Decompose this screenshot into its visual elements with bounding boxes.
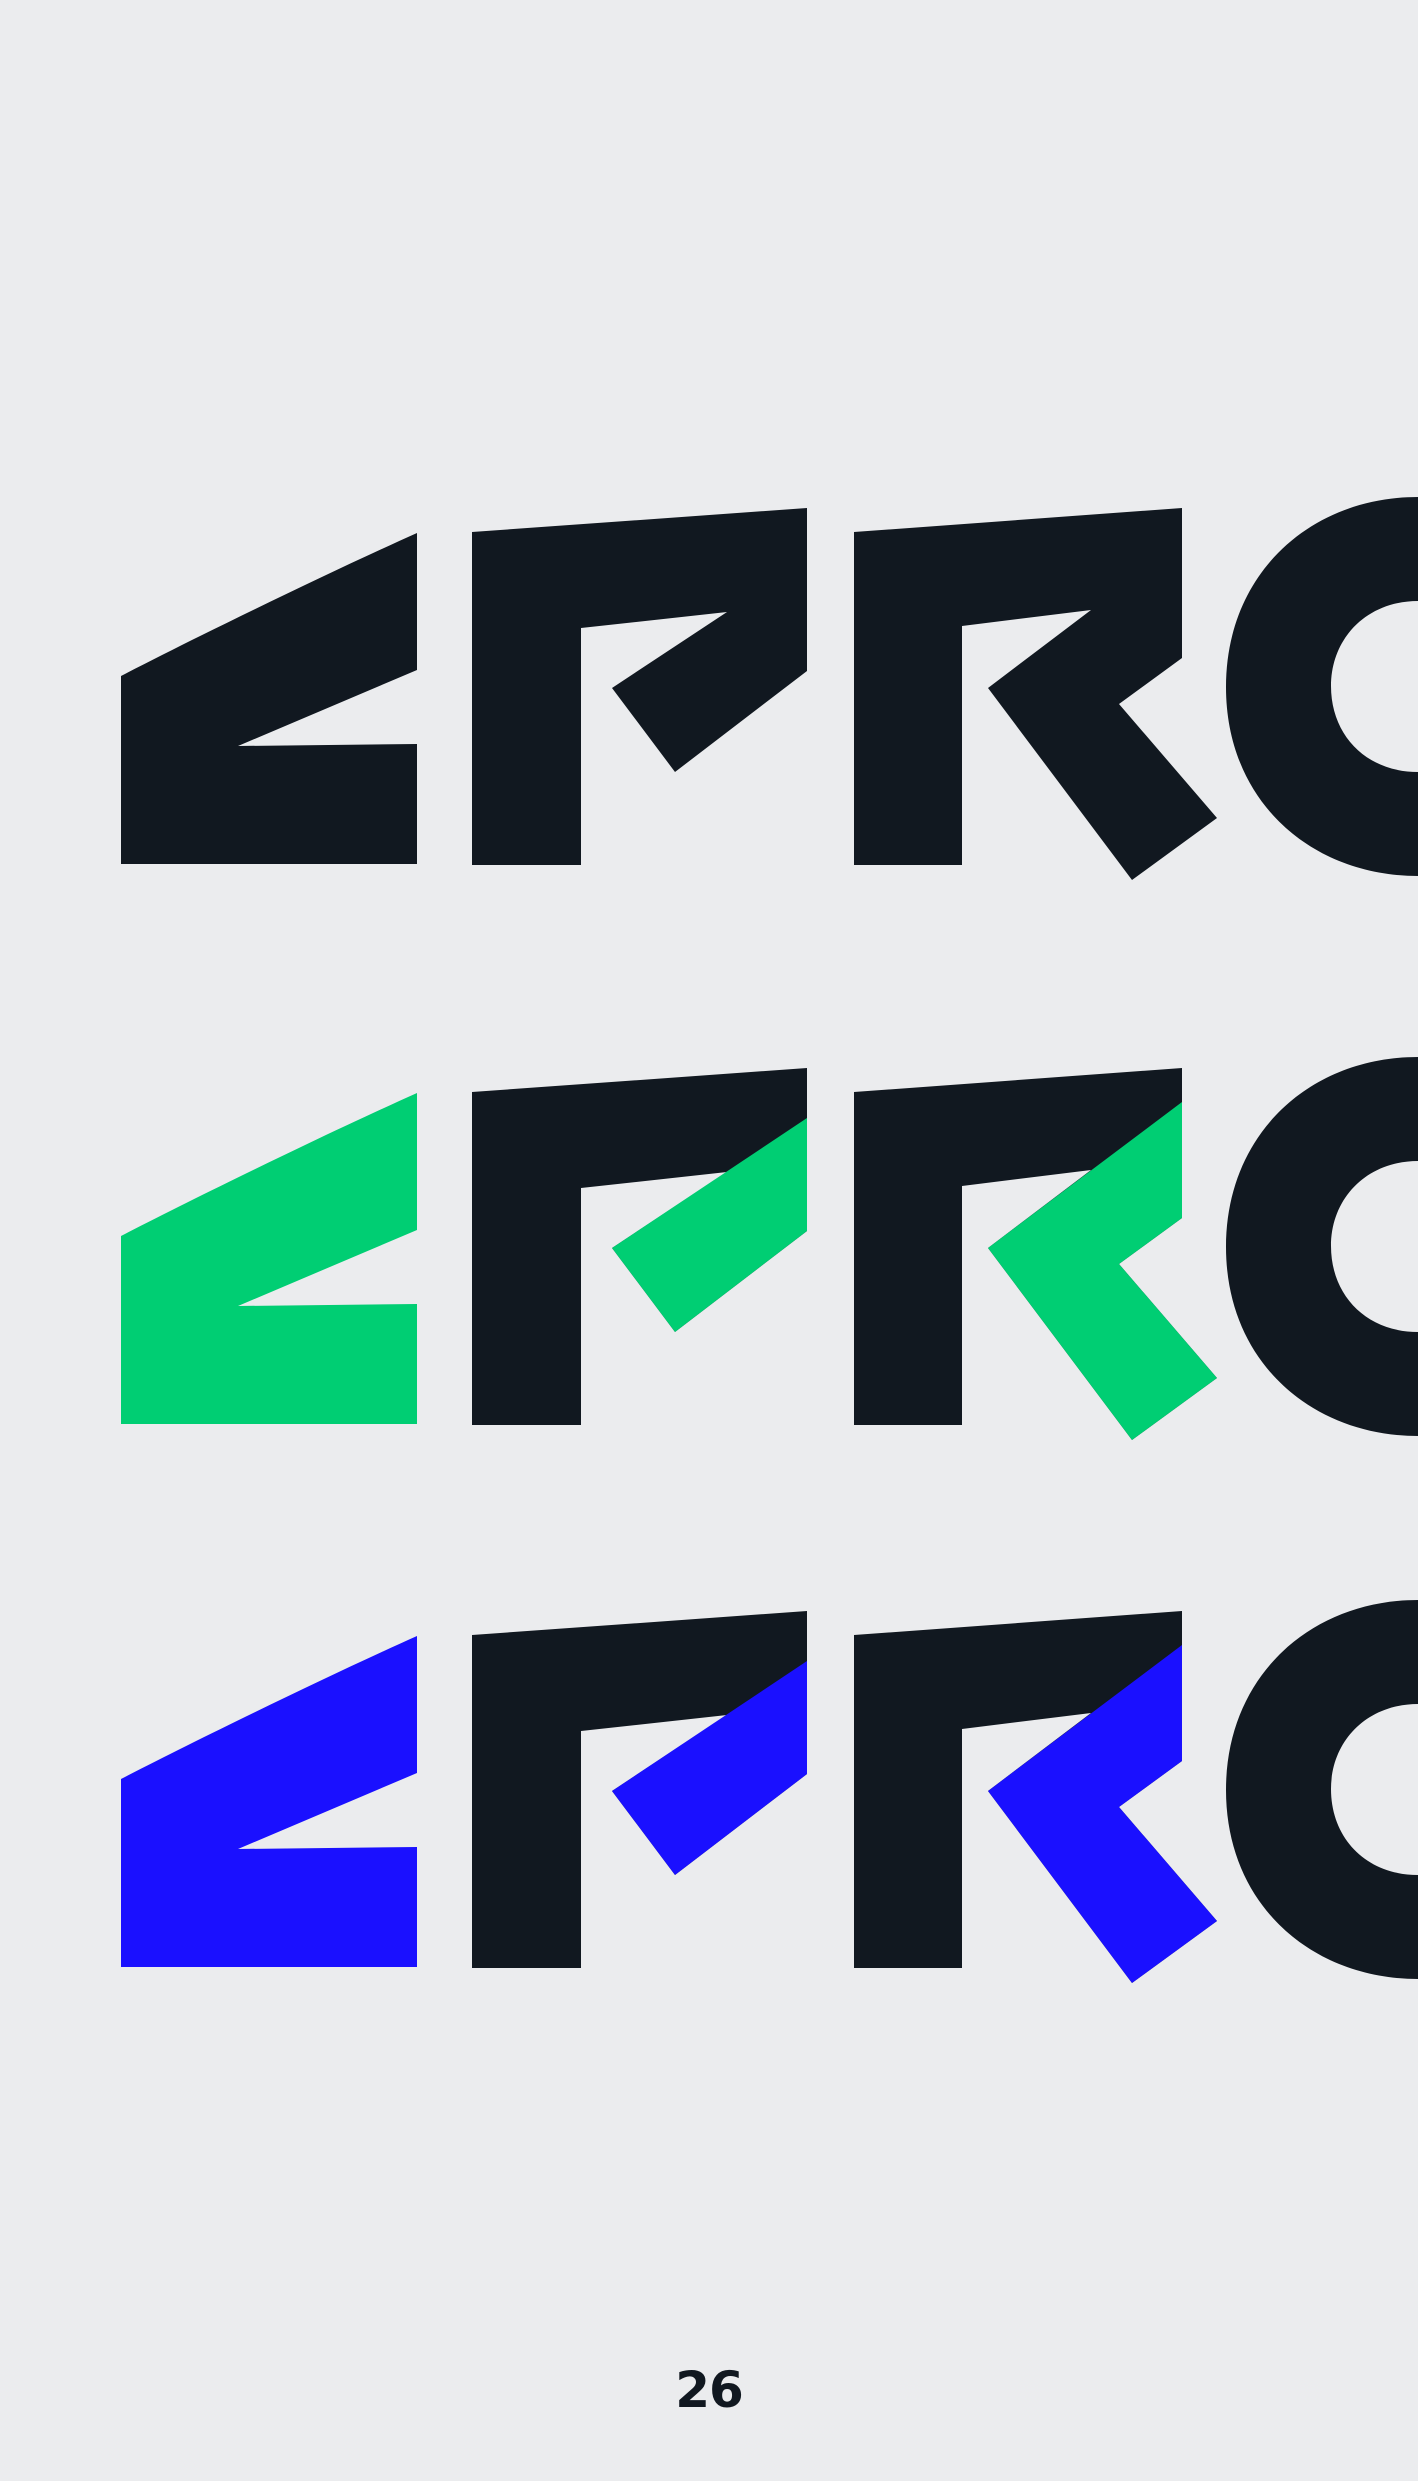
- glyph-o: [1226, 1600, 1418, 1979]
- wordmark-black: [121, 497, 1418, 880]
- wordmark-green: [121, 1057, 1418, 1440]
- glyph-e: [121, 1093, 417, 1424]
- logo-row-black: [0, 480, 1418, 880]
- glyph-r-first: [472, 508, 807, 865]
- glyph-o: [1226, 1057, 1418, 1436]
- glyph-e: [121, 1636, 417, 1967]
- glyph-o: [1226, 497, 1418, 876]
- page-number: 26: [675, 2361, 744, 2419]
- wordmark-blue: [121, 1600, 1418, 1983]
- glyph-r-second: [854, 508, 1217, 880]
- glyph-e: [121, 533, 417, 864]
- logo-row-green: [0, 1040, 1418, 1440]
- logo-row-blue: [0, 1583, 1418, 1983]
